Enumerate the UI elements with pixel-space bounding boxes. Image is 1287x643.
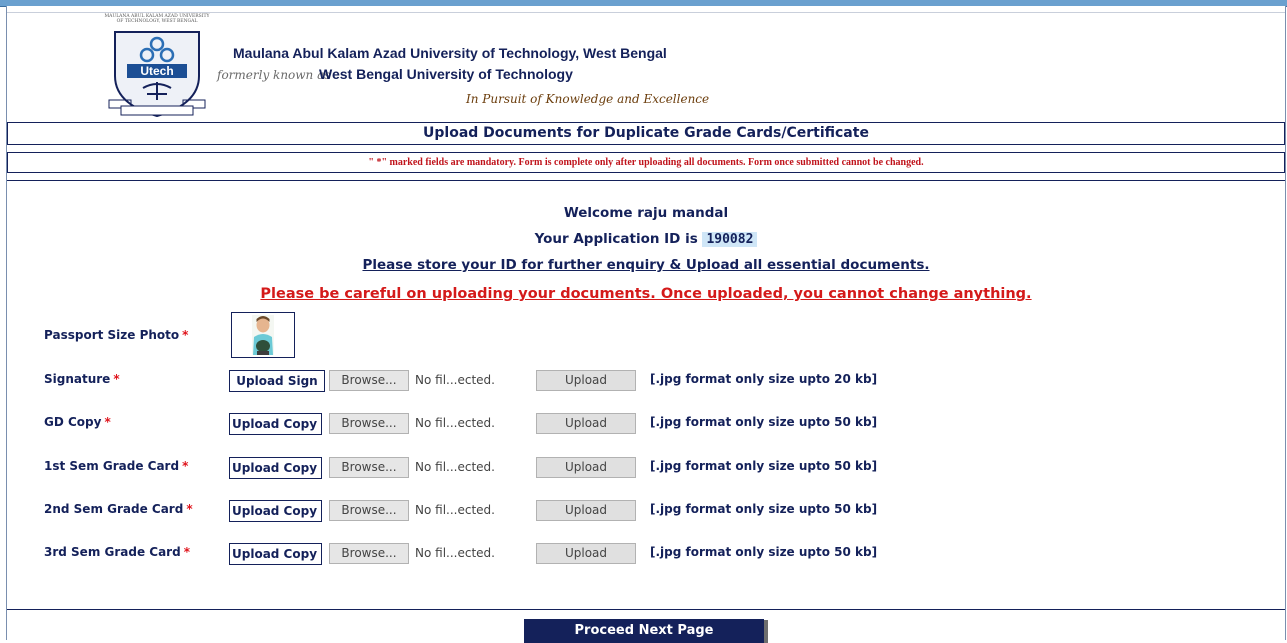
- welcome-message: Welcome raju mandal: [563, 205, 729, 221]
- document-label-text: Signature: [44, 372, 111, 386]
- selected-file-name: No fil...ected.: [415, 546, 495, 560]
- university-motto: In Pursuit of Knowledge and Excellence: [466, 92, 710, 106]
- upload-button[interactable]: Upload: [536, 370, 636, 391]
- selected-file-name: No fil...ected.: [415, 460, 495, 474]
- upload-button[interactable]: Upload: [536, 457, 636, 478]
- header-divider: [7, 12, 1285, 13]
- proceed-next-page-button[interactable]: Proceed Next Page: [524, 619, 764, 643]
- selected-file-name: No fil...ected.: [415, 373, 495, 387]
- document-label: 2nd Sem Grade Card *: [44, 502, 193, 516]
- passport-photo-image: [232, 313, 294, 357]
- browse-file-button[interactable]: Browse...: [329, 500, 409, 521]
- file-format-hint: [.jpg format only size upto 50 kb]: [650, 415, 878, 429]
- upload-row-2nd-sem: 2nd Sem Grade Card * Upload Copy Browse..…: [7, 498, 1285, 524]
- upload-copy-button[interactable]: Upload Copy: [229, 500, 322, 522]
- page-title: Upload Documents for Duplicate Grade Car…: [7, 122, 1285, 145]
- required-mark: *: [182, 328, 189, 342]
- required-mark: *: [186, 502, 193, 516]
- application-id-line: Your Application ID is 190082: [7, 231, 1285, 247]
- browse-file-button[interactable]: Browse...: [329, 370, 409, 391]
- upload-button[interactable]: Upload: [536, 500, 636, 521]
- browse-file-button[interactable]: Browse...: [329, 457, 409, 478]
- required-mark: *: [104, 415, 111, 429]
- file-format-hint: [.jpg format only size upto 50 kb]: [650, 459, 878, 473]
- logo-text: Utech: [140, 64, 173, 78]
- document-label-text: 3rd Sem Grade Card: [44, 545, 181, 559]
- upload-row-1st-sem: 1st Sem Grade Card * Upload Copy Browse..…: [7, 455, 1285, 481]
- page-container: MAULANA ABUL KALAM AZAD UNIVERSITY OF TE…: [6, 6, 1286, 643]
- upload-button[interactable]: Upload: [536, 543, 636, 564]
- document-label-text: 2nd Sem Grade Card: [44, 502, 184, 516]
- upload-row-3rd-sem: 3rd Sem Grade Card * Upload Copy Browse..…: [7, 541, 1285, 567]
- required-mark: *: [182, 459, 189, 473]
- upload-copy-button[interactable]: Upload Copy: [229, 543, 322, 565]
- photo-label-text: Passport Size Photo: [44, 328, 180, 342]
- application-id-label: Your Application ID is: [534, 231, 698, 247]
- university-logo: MAULANA ABUL KALAM AZAD UNIVERSITY OF TE…: [103, 14, 211, 122]
- mandatory-notice: " *" marked fields are mandatory. Form i…: [7, 152, 1285, 173]
- university-name: Maulana Abul Kalam Azad University of Te…: [233, 45, 667, 61]
- document-label: 1st Sem Grade Card *: [44, 459, 188, 473]
- browse-file-button[interactable]: Browse...: [329, 413, 409, 434]
- required-mark: *: [113, 372, 120, 386]
- file-format-hint: [.jpg format only size upto 50 kb]: [650, 545, 878, 559]
- document-label: GD Copy *: [44, 415, 111, 429]
- photo-row: Passport Size Photo *: [7, 324, 1285, 350]
- upload-row-gd-copy: GD Copy * Upload Copy Browse... No fil...…: [7, 411, 1285, 437]
- formerly-label: formerly known as: [217, 68, 331, 82]
- store-id-notice: Please store your ID for further enquiry…: [362, 257, 930, 273]
- application-id-value: 190082: [702, 232, 758, 247]
- careful-upload-warning: Please be careful on uploading your docu…: [260, 286, 1032, 302]
- university-header: MAULANA ABUL KALAM AZAD UNIVERSITY OF TE…: [7, 6, 1285, 118]
- upload-copy-button[interactable]: Upload Copy: [229, 457, 322, 479]
- selected-file-name: No fil...ected.: [415, 416, 495, 430]
- photo-label: Passport Size Photo *: [44, 328, 188, 342]
- logo-caption: MAULANA ABUL KALAM AZAD UNIVERSITY OF TE…: [104, 14, 210, 24]
- upload-copy-button[interactable]: Upload Copy: [229, 413, 322, 435]
- document-label: 3rd Sem Grade Card *: [44, 545, 190, 559]
- logo-emblem: Utech: [108, 31, 206, 118]
- document-label: Signature *: [44, 372, 120, 386]
- browse-file-button[interactable]: Browse...: [329, 543, 409, 564]
- selected-file-name: No fil...ected.: [415, 503, 495, 517]
- passport-photo-thumbnail: [231, 312, 295, 358]
- document-label-text: 1st Sem Grade Card: [44, 459, 180, 473]
- former-university-name: West Bengal University of Technology: [319, 66, 573, 82]
- upload-sign-button[interactable]: Upload Sign: [229, 370, 325, 392]
- file-format-hint: [.jpg format only size upto 20 kb]: [650, 372, 878, 386]
- file-format-hint: [.jpg format only size upto 50 kb]: [650, 502, 878, 516]
- required-mark: *: [183, 545, 190, 559]
- upload-button[interactable]: Upload: [536, 413, 636, 434]
- document-label-text: GD Copy: [44, 415, 102, 429]
- upload-row-signature: Signature * Upload Sign Browse... No fil.…: [7, 368, 1285, 394]
